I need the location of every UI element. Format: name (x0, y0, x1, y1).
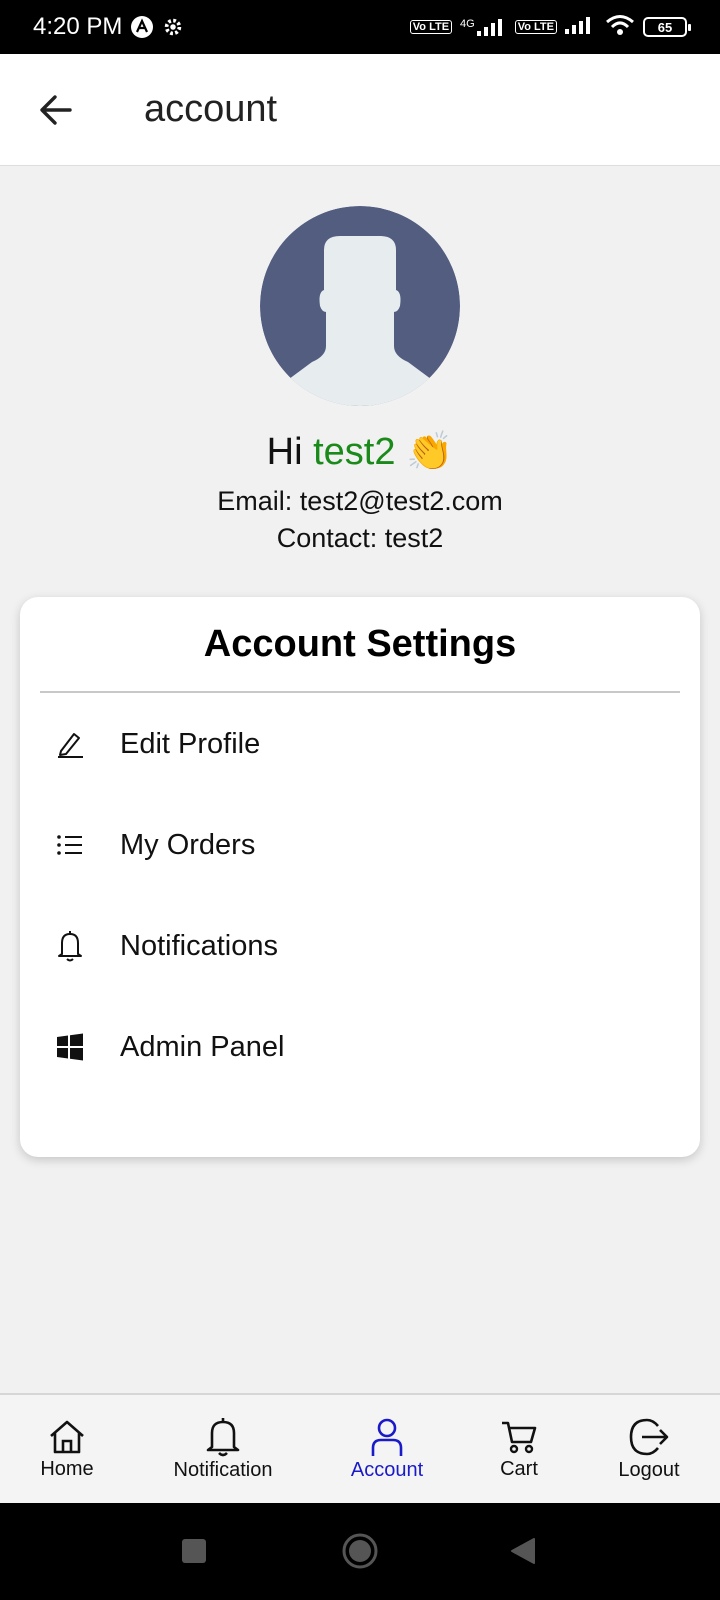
recents-square-icon[interactable] (176, 1533, 212, 1569)
settings-gear-icon (162, 16, 184, 38)
menu-item-my-orders[interactable]: My Orders (40, 805, 680, 885)
home-icon (50, 1420, 84, 1453)
status-left: 4:20 PM (33, 13, 184, 41)
nav-cart[interactable]: Cart (488, 1395, 550, 1503)
contact-text: Contact: test2 (276, 523, 444, 553)
avatar (260, 206, 460, 406)
divider (40, 691, 680, 693)
menu-item-label: Notifications (120, 929, 278, 962)
bell-icon (48, 924, 92, 968)
signal-icon-2 (565, 16, 597, 39)
windows-icon (48, 1025, 92, 1069)
arrow-left-icon (40, 94, 72, 125)
account-settings-card: Account Settings Edit Profile My Orders … (20, 597, 700, 1157)
system-nav-bar (0, 1503, 720, 1600)
menu-item-notifications[interactable]: Notifications (40, 906, 680, 986)
battery-icon: 65 (643, 17, 691, 37)
nav-label: Account (350, 1458, 424, 1481)
signal-icon: 4G (460, 18, 507, 36)
cart-icon (502, 1421, 537, 1453)
volte-badge: Vo LTE (409, 20, 453, 34)
greeting-prefix: Hi (266, 431, 303, 473)
nav-logout[interactable]: Logout (610, 1395, 688, 1503)
nav-home[interactable]: Home (30, 1395, 104, 1503)
card-title: Account Settings (203, 623, 517, 665)
username: test2 (313, 431, 396, 473)
nav-notification[interactable]: Notification (168, 1395, 278, 1503)
menu-item-label: Edit Profile (120, 727, 261, 760)
bell-icon (206, 1417, 240, 1456)
pencil-icon (48, 722, 92, 766)
list-icon (48, 823, 92, 867)
net-type: 4G (460, 18, 475, 30)
menu-item-label: Admin Panel (120, 1030, 285, 1063)
back-button[interactable] (26, 80, 86, 140)
email-text: Email: test2@test2.com (217, 486, 503, 516)
nav-label: Notification (173, 1458, 273, 1481)
logout-icon (629, 1418, 669, 1455)
menu-item-label: My Orders (120, 828, 256, 861)
page-title: account (144, 88, 278, 130)
clap-emoji: 👏 (406, 431, 454, 473)
home-circle-icon[interactable] (340, 1531, 380, 1571)
nav-label: Cart (500, 1457, 538, 1480)
status-time: 4:20 PM (33, 13, 123, 40)
app-bar: account (0, 54, 720, 166)
status-bar: 4:20 PM Vo LTE 4G Vo LTE 65 (0, 0, 720, 54)
greeting: Hi test2 👏 (0, 430, 720, 474)
back-triangle-icon[interactable] (505, 1533, 541, 1569)
wifi-icon (605, 14, 635, 41)
menu-item-admin-panel[interactable]: Admin Panel (40, 1007, 680, 1087)
menu-item-edit-profile[interactable]: Edit Profile (40, 704, 680, 784)
user-icon (371, 1418, 403, 1456)
nav-label: Logout (618, 1458, 680, 1481)
bottom-nav: Home Notification Account Cart Logout (0, 1393, 720, 1503)
nav-account[interactable]: Account (346, 1395, 428, 1503)
volte-badge-2: Vo LTE (514, 20, 557, 34)
battery-level: 65 (657, 19, 673, 35)
status-right: Vo LTE 4G Vo LTE 65 (409, 14, 691, 41)
alert-a-icon (130, 15, 154, 39)
nav-label: Home (40, 1457, 94, 1480)
